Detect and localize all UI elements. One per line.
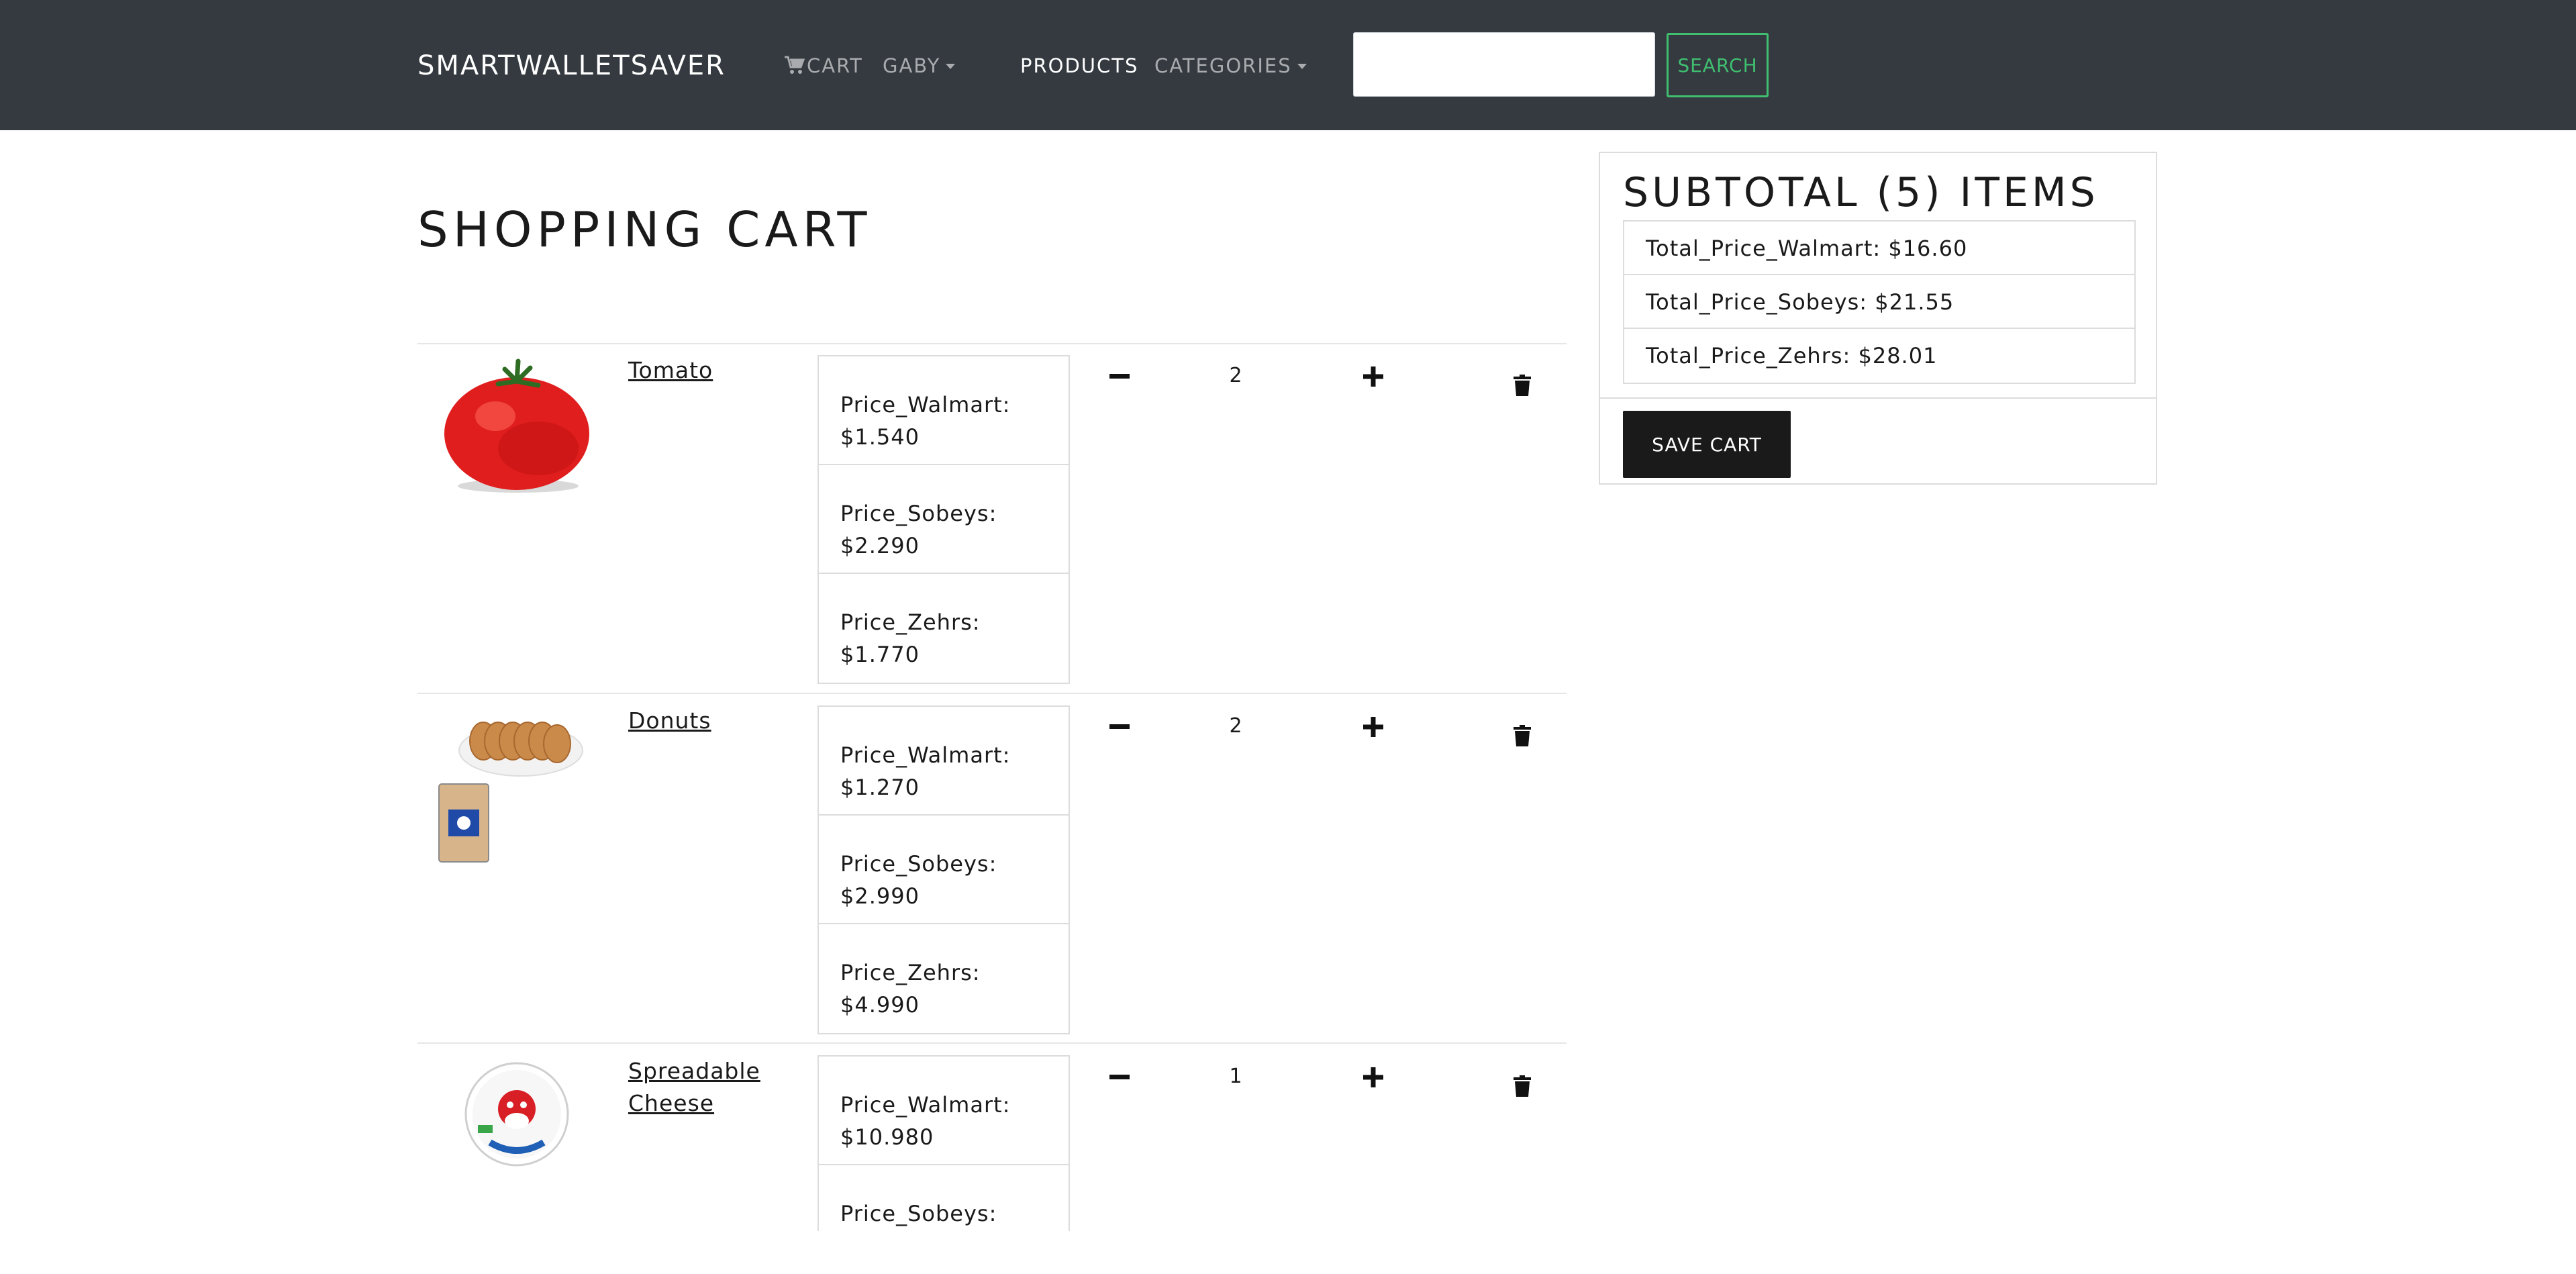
user-dropdown[interactable]: GABY: [883, 54, 956, 78]
price-walmart: Price_Walmart: $1.270: [819, 707, 1069, 816]
minus-icon: [1109, 374, 1130, 379]
subtotal-card: SUBTOTAL (5) ITEMS Total_Price_Walmart: …: [1599, 152, 2157, 485]
decrease-quantity-button[interactable]: [1104, 1062, 1135, 1093]
card-divider: [1600, 397, 2156, 399]
price-zehrs: Price_Zehrs: $4.990: [840, 960, 981, 1018]
trash-icon: [1514, 375, 1531, 396]
minus-icon: [1109, 1075, 1130, 1079]
price-sobeys: Price_Sobeys: $2.990: [819, 816, 1069, 924]
total-sobeys: Total_Price_Sobeys: $21.55: [1624, 275, 2134, 329]
search-input[interactable]: [1353, 32, 1655, 97]
increase-quantity-button[interactable]: [1358, 361, 1389, 392]
search-button[interactable]: SEARCH: [1667, 33, 1769, 97]
price-sobeys: Price_Sobeys:: [840, 1201, 997, 1226]
tomato-image: [444, 358, 589, 493]
trash-icon: [1514, 725, 1531, 746]
price-zehrs: Price_Zehrs: $1.770: [840, 609, 981, 667]
quantity-value: 1: [1229, 1065, 1242, 1088]
remove-item-button[interactable]: [1509, 1073, 1536, 1099]
cart-icon: [784, 55, 805, 81]
remove-item-button[interactable]: [1509, 372, 1536, 399]
quantity-value: 2: [1229, 364, 1242, 387]
price-list: Price_Walmart: $10.980 Price_Sobeys:: [818, 1055, 1070, 1231]
totals-list: Total_Price_Walmart: $16.60 Total_Price_…: [1623, 220, 2136, 384]
minus-icon: [1109, 724, 1130, 729]
nav-cart-label: CART: [807, 54, 863, 77]
nav-products-link[interactable]: PRODUCTS: [1020, 54, 1138, 78]
plus-icon: [1363, 717, 1383, 737]
chevron-down-icon: [946, 64, 956, 69]
plus-icon: [1363, 1067, 1383, 1087]
product-link[interactable]: Tomato: [628, 354, 713, 387]
total-zehrs: Total_Price_Zehrs: $28.01: [1646, 343, 1938, 369]
product-link[interactable]: Spreadable Cheese: [628, 1055, 776, 1120]
cheese-image: [464, 1062, 569, 1167]
nav-products-label: PRODUCTS: [1020, 54, 1139, 77]
trash-icon: [1514, 1075, 1531, 1097]
price-walmart: Price_Walmart: $1.540: [819, 356, 1069, 465]
price-list: Price_Walmart: $1.270 Price_Sobeys: $2.9…: [818, 705, 1070, 1034]
user-dropdown-label: GABY: [883, 54, 941, 77]
categories-dropdown[interactable]: CATEGORIES: [1154, 54, 1307, 78]
row-divider: [417, 1042, 1567, 1044]
donuts-image: [438, 722, 583, 863]
row-divider: [417, 343, 1567, 344]
save-cart-button[interactable]: SAVE CART: [1623, 411, 1791, 478]
remove-item-button[interactable]: [1509, 722, 1536, 749]
row-divider: [417, 693, 1567, 694]
categories-dropdown-label: CATEGORIES: [1154, 54, 1292, 77]
total-walmart: Total_Price_Walmart: $16.60: [1624, 222, 2134, 275]
price-sobeys: Price_Sobeys: $2.290: [819, 465, 1069, 574]
price-list: Price_Walmart: $1.540 Price_Sobeys: $2.2…: [818, 355, 1070, 684]
plus-icon: [1363, 366, 1383, 387]
navbar: SMARTWALLETSAVER CART GABY PRODUCTS CATE…: [0, 0, 2576, 130]
chevron-down-icon: [1297, 64, 1307, 69]
increase-quantity-button[interactable]: [1358, 712, 1389, 742]
price-walmart: Price_Walmart: $10.980: [819, 1057, 1069, 1165]
product-link[interactable]: Donuts: [628, 705, 711, 737]
brand-logo[interactable]: SMARTWALLETSAVER: [417, 47, 726, 85]
decrease-quantity-button[interactable]: [1104, 712, 1135, 742]
increase-quantity-button[interactable]: [1358, 1062, 1389, 1093]
nav-cart-link[interactable]: CART: [784, 54, 863, 81]
quantity-value: 2: [1229, 714, 1242, 738]
page-title: SHOPPING CART: [417, 201, 872, 258]
decrease-quantity-button[interactable]: [1104, 361, 1135, 392]
subtotal-title: SUBTOTAL (5) ITEMS: [1623, 169, 2099, 216]
